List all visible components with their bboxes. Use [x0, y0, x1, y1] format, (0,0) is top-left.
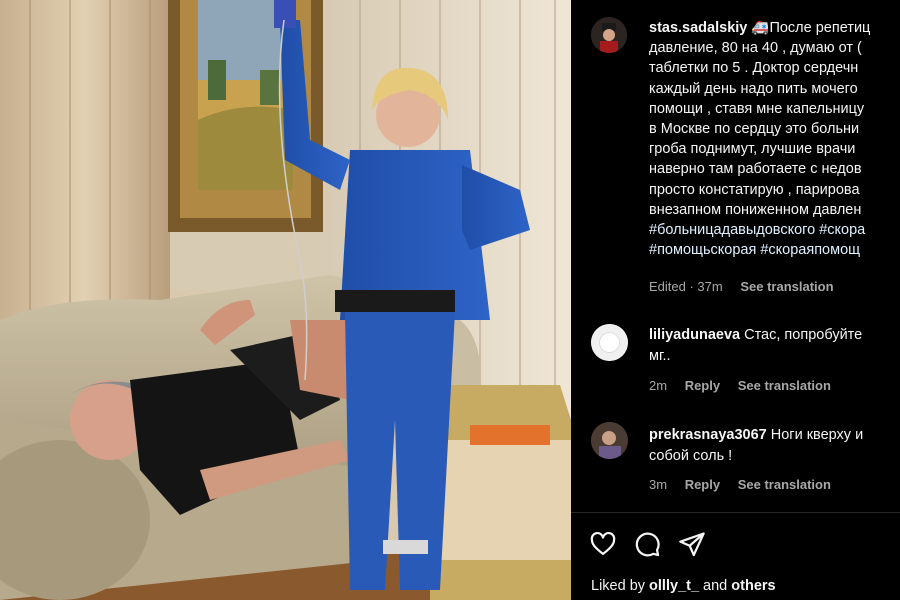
actions-divider: [571, 512, 900, 513]
comment-icon[interactable]: [633, 530, 661, 558]
reply-button[interactable]: Reply: [685, 477, 720, 492]
post-actions: [589, 530, 718, 563]
likes-prefix: Liked by: [591, 578, 646, 594]
caption-meta: Edited · 37m See translation: [649, 279, 834, 294]
hashtag-link[interactable]: #помощьскорая #скораяпомощ: [649, 240, 900, 260]
comment-item: prekrasnaya3067 Ноги кверху и собой соль…: [649, 425, 900, 466]
hashtag-link[interactable]: #больницадавыдовского #скора: [649, 220, 900, 240]
author-avatar[interactable]: [591, 17, 627, 53]
likes-joiner: and: [703, 578, 728, 594]
caption-line: помощи , ставя мне капельницу: [649, 100, 865, 117]
caption-line: внезапном пониженном давлен: [649, 201, 862, 218]
likes-summary: Liked by ollly_t_ and others: [591, 578, 776, 594]
caption-line: каждый день надо пить мочего: [649, 80, 858, 97]
comment-time: 2m: [649, 378, 668, 393]
caption-line: таблетки по 5 . Доктор сердечн: [649, 60, 859, 77]
liker-username[interactable]: ollly_t_: [649, 578, 699, 594]
default-avatar-icon: [591, 324, 628, 361]
see-translation-link[interactable]: See translation: [740, 279, 833, 294]
commenter-username[interactable]: liliyadunaeva: [649, 327, 740, 343]
commenter-avatar[interactable]: [591, 422, 628, 459]
comment-text: собой соль !: [649, 447, 733, 464]
photo-illustration: [0, 0, 571, 600]
post-caption: stas.sadalskiy 🚑После репетиц давление, …: [649, 18, 900, 260]
author-avatar-image: [591, 17, 627, 53]
likes-others-link[interactable]: others: [731, 578, 775, 594]
comment-item: liliyadunaeva Стас, попробуйте мг..: [649, 325, 900, 366]
caption-text: 🚑После репетиц: [751, 20, 871, 36]
comment-text: Ноги кверху и: [770, 427, 864, 443]
edited-time: Edited · 37m: [649, 279, 723, 294]
comment-meta: 3m Reply See translation: [649, 477, 831, 492]
caption-line: гроба поднимут, лучшие врачи: [649, 141, 856, 158]
post-photo[interactable]: [0, 0, 571, 600]
caption-line: stas.sadalskiy 🚑После репетиц: [649, 18, 900, 38]
caption-line: в Москве по сердцу это больни: [649, 121, 860, 138]
reply-button[interactable]: Reply: [685, 378, 720, 393]
share-icon[interactable]: [678, 530, 706, 558]
see-translation-link[interactable]: See translation: [738, 378, 831, 393]
caption-line: просто констатирую , парирова: [649, 181, 860, 198]
caption-line: давление, 80 на 40 , думаю от (: [649, 40, 862, 57]
comment-text: мг..: [649, 347, 671, 364]
heart-icon[interactable]: [589, 530, 617, 558]
commenter-username[interactable]: prekrasnaya3067: [649, 427, 767, 443]
post-detail-panel: stas.sadalskiy 🚑После репетиц давление, …: [571, 0, 900, 600]
caption-line: наверно там работаете с недов: [649, 161, 862, 178]
see-translation-link[interactable]: See translation: [738, 477, 831, 492]
commenter-avatar-image: [591, 422, 628, 459]
author-username[interactable]: stas.sadalskiy: [649, 20, 747, 36]
commenter-avatar[interactable]: [591, 324, 628, 361]
comment-time: 3m: [649, 477, 668, 492]
comment-meta: 2m Reply See translation: [649, 378, 831, 393]
comment-text: Стас, попробуйте: [744, 327, 863, 343]
